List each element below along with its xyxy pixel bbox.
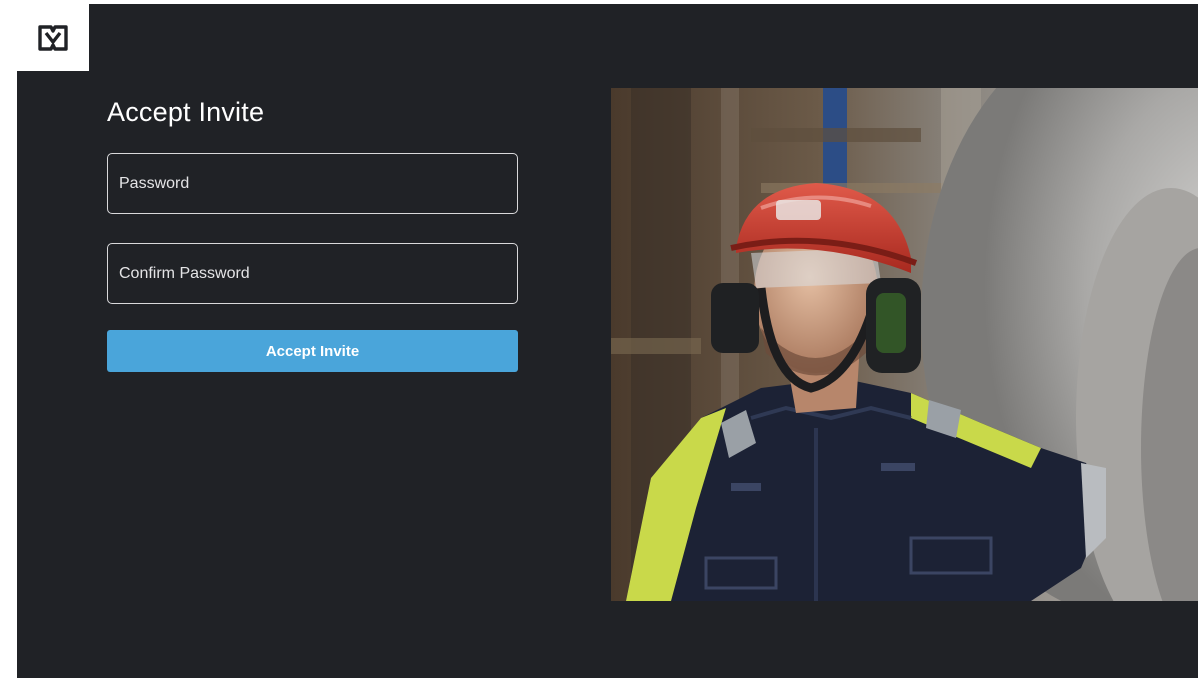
- confirm-password-field[interactable]: [107, 243, 518, 304]
- confirm-password-input[interactable]: [119, 264, 506, 283]
- page-title: Accept Invite: [107, 97, 265, 127]
- password-field[interactable]: [107, 153, 518, 214]
- brand-logo[interactable]: [17, 4, 89, 71]
- worker-with-hardhat-and-smart-glasses-photo: [611, 88, 1198, 601]
- hero-image: [611, 88, 1198, 601]
- brand-m-logo-icon: [38, 24, 68, 51]
- accept-invite-form: Accept Invite Accept Invite: [107, 94, 518, 372]
- password-input[interactable]: [119, 174, 506, 193]
- app-window: Accept Invite Accept Invite: [17, 4, 1198, 678]
- accept-invite-button[interactable]: Accept Invite: [107, 330, 518, 372]
